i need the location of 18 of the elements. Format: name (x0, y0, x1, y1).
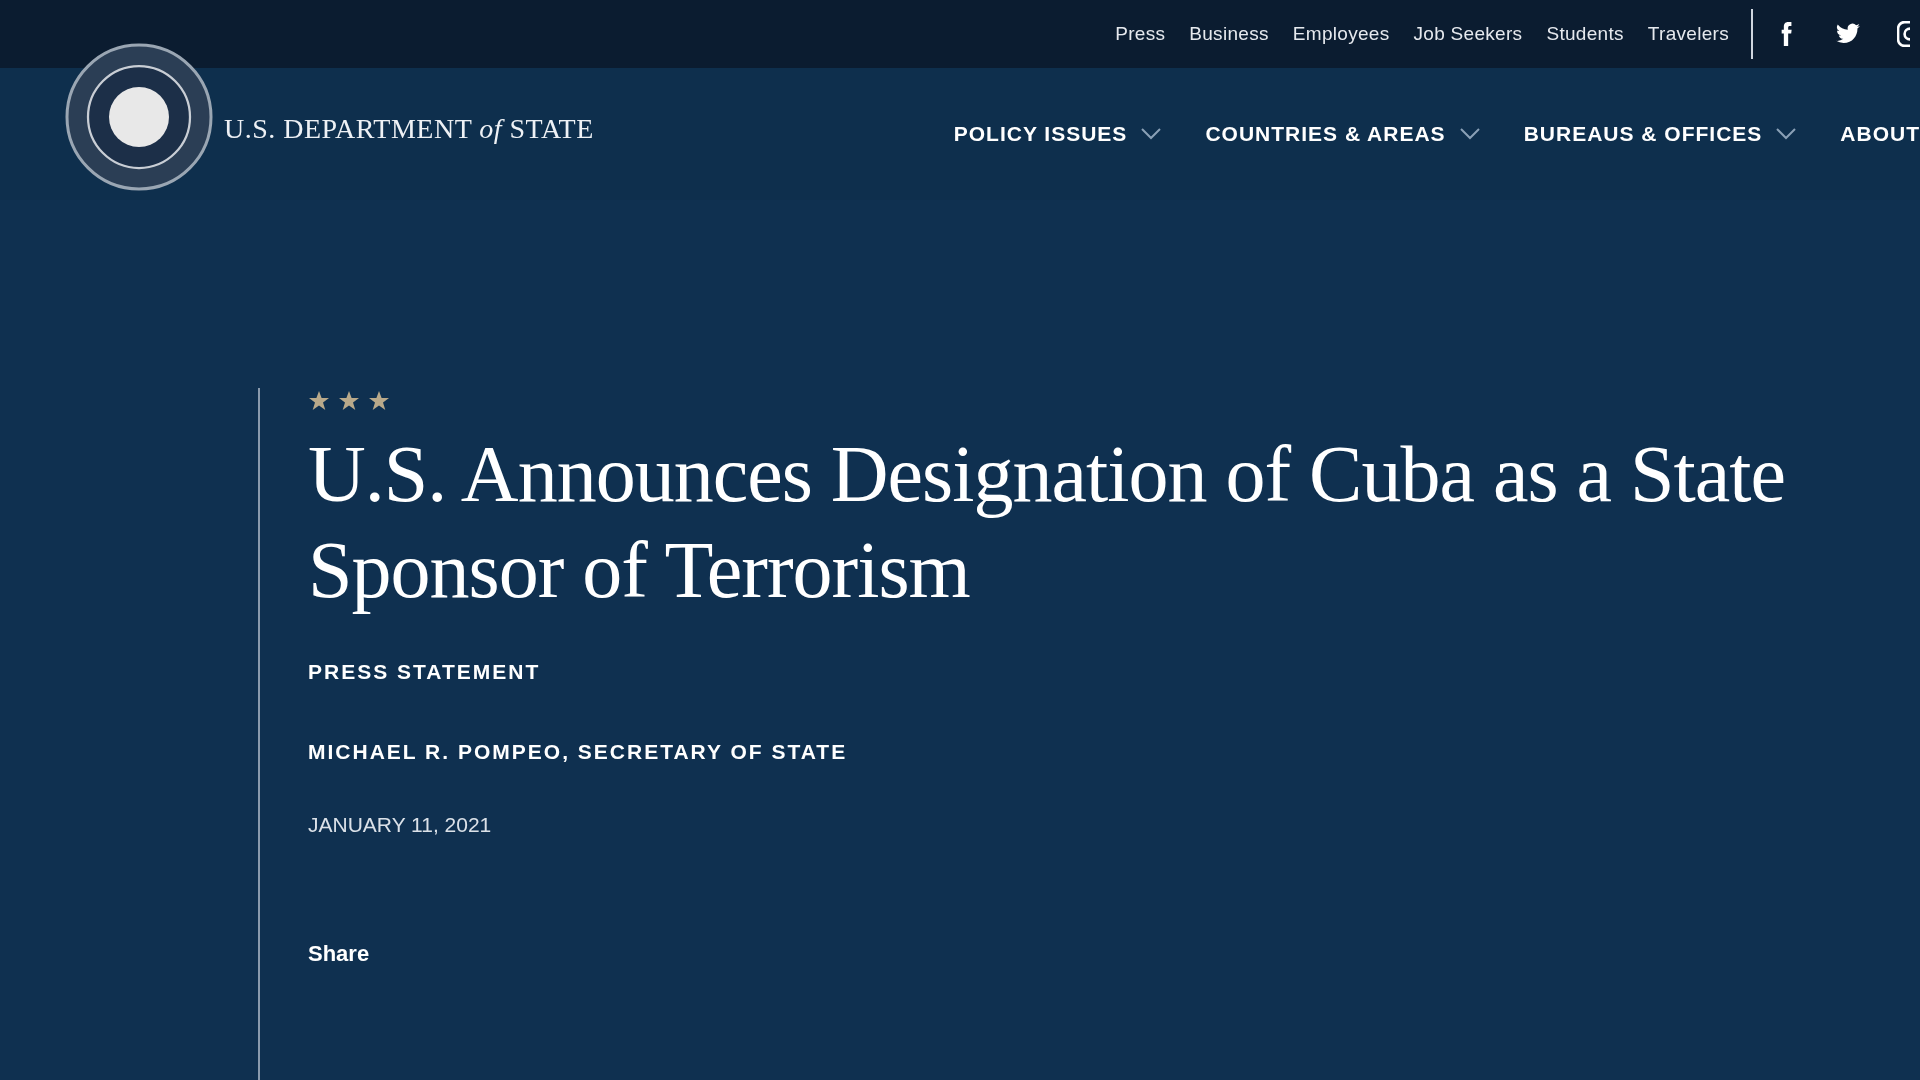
top-link[interactable]: Business (1189, 19, 1269, 49)
article-author: MICHAEL R. POMPEO, SECRETARY OF STATE (308, 738, 849, 765)
top-link[interactable]: Employees (1292, 19, 1390, 49)
article-type: PRESS STATEMENT (308, 659, 542, 685)
instagram-icon[interactable] (1897, 21, 1910, 47)
top-link[interactable]: Job Seekers (1413, 19, 1523, 49)
top-link[interactable]: Students (1546, 19, 1624, 49)
nav-menu-item[interactable]: BUREAUS & OFFICES (1523, 118, 1797, 150)
article-date: JANUARY 11, 2021 (308, 812, 493, 838)
share-label: Share (308, 939, 371, 968)
top-link[interactable]: Travelers (1647, 19, 1729, 49)
nav-menu-item[interactable]: ABOUT (1840, 118, 1920, 150)
seal-logo-icon[interactable] (64, 42, 214, 192)
site-name-link[interactable]: U.S. DEPARTMENT of STATE (224, 108, 594, 150)
top-link[interactable]: Press (1115, 19, 1166, 49)
nav-menu-item[interactable]: POLICY ISSUES (953, 118, 1162, 150)
nav-menu-item[interactable]: COUNTRIES & AREAS (1205, 118, 1480, 150)
article-title: U.S. Announces Designation of Cuba as a State Sponsor of Terrorism (308, 429, 1786, 616)
